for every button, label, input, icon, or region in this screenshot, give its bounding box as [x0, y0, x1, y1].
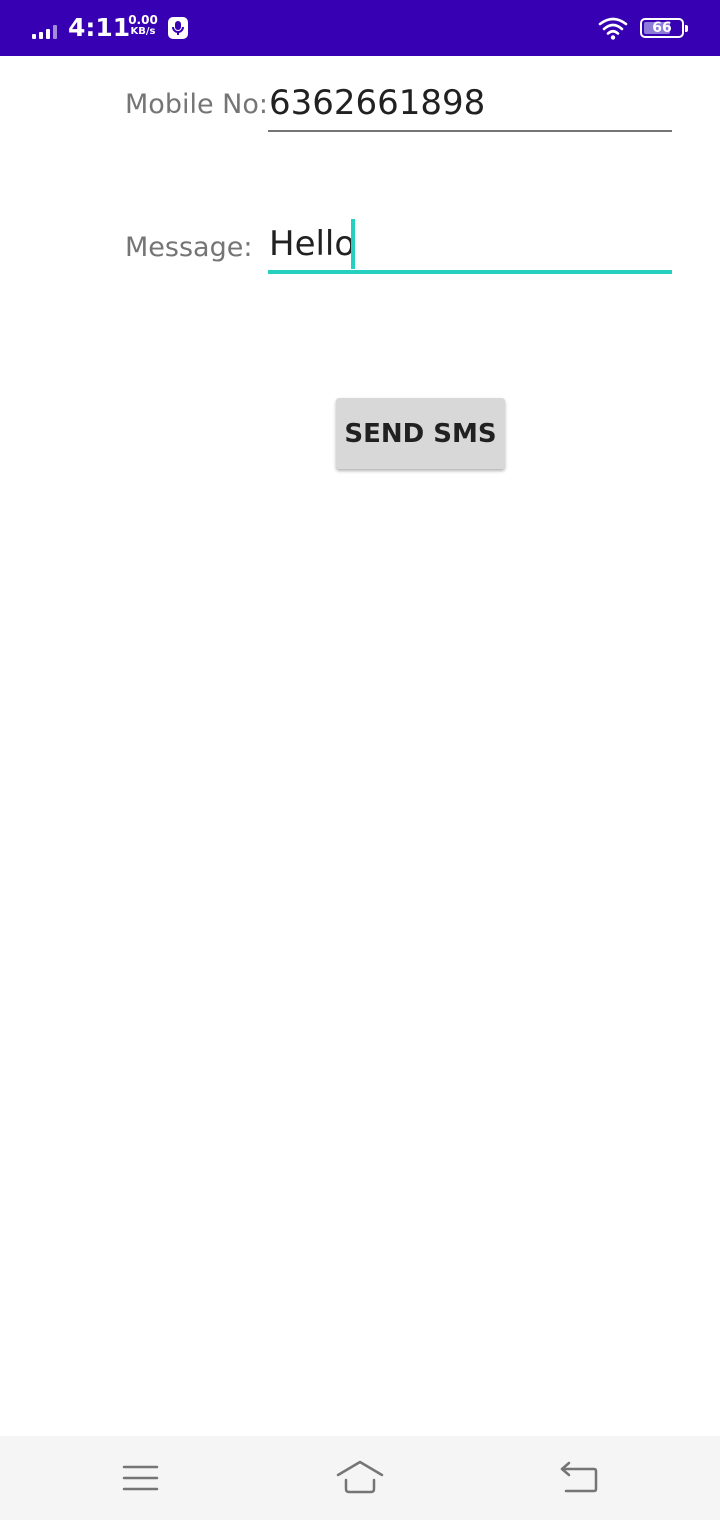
message-label: Message: — [125, 232, 253, 263]
battery-level: 66 — [652, 20, 672, 36]
battery-icon: 66 — [640, 18, 688, 38]
status-bar: 4:11 0.00 KB/s 66 — [0, 0, 720, 56]
status-time: 4:11 — [68, 13, 131, 42]
mobile-number-field[interactable] — [268, 76, 672, 132]
net-speed-value: 0.00 — [128, 13, 158, 27]
text-cursor — [351, 219, 355, 269]
mobile-label: Mobile No: — [125, 89, 268, 120]
send-sms-button[interactable]: SEND SMS — [336, 398, 505, 469]
battery-nub — [685, 25, 688, 32]
message-field[interactable] — [268, 218, 672, 274]
navigation-bar — [0, 1436, 720, 1520]
wifi-icon — [598, 17, 628, 40]
back-icon[interactable] — [556, 1458, 604, 1498]
menu-icon[interactable] — [117, 1458, 165, 1498]
signal-icon — [32, 23, 60, 39]
net-speed: 0.00 KB/s — [128, 14, 158, 38]
net-speed-unit: KB/s — [130, 26, 156, 37]
mic-icon — [168, 17, 188, 39]
home-icon[interactable] — [336, 1458, 384, 1498]
